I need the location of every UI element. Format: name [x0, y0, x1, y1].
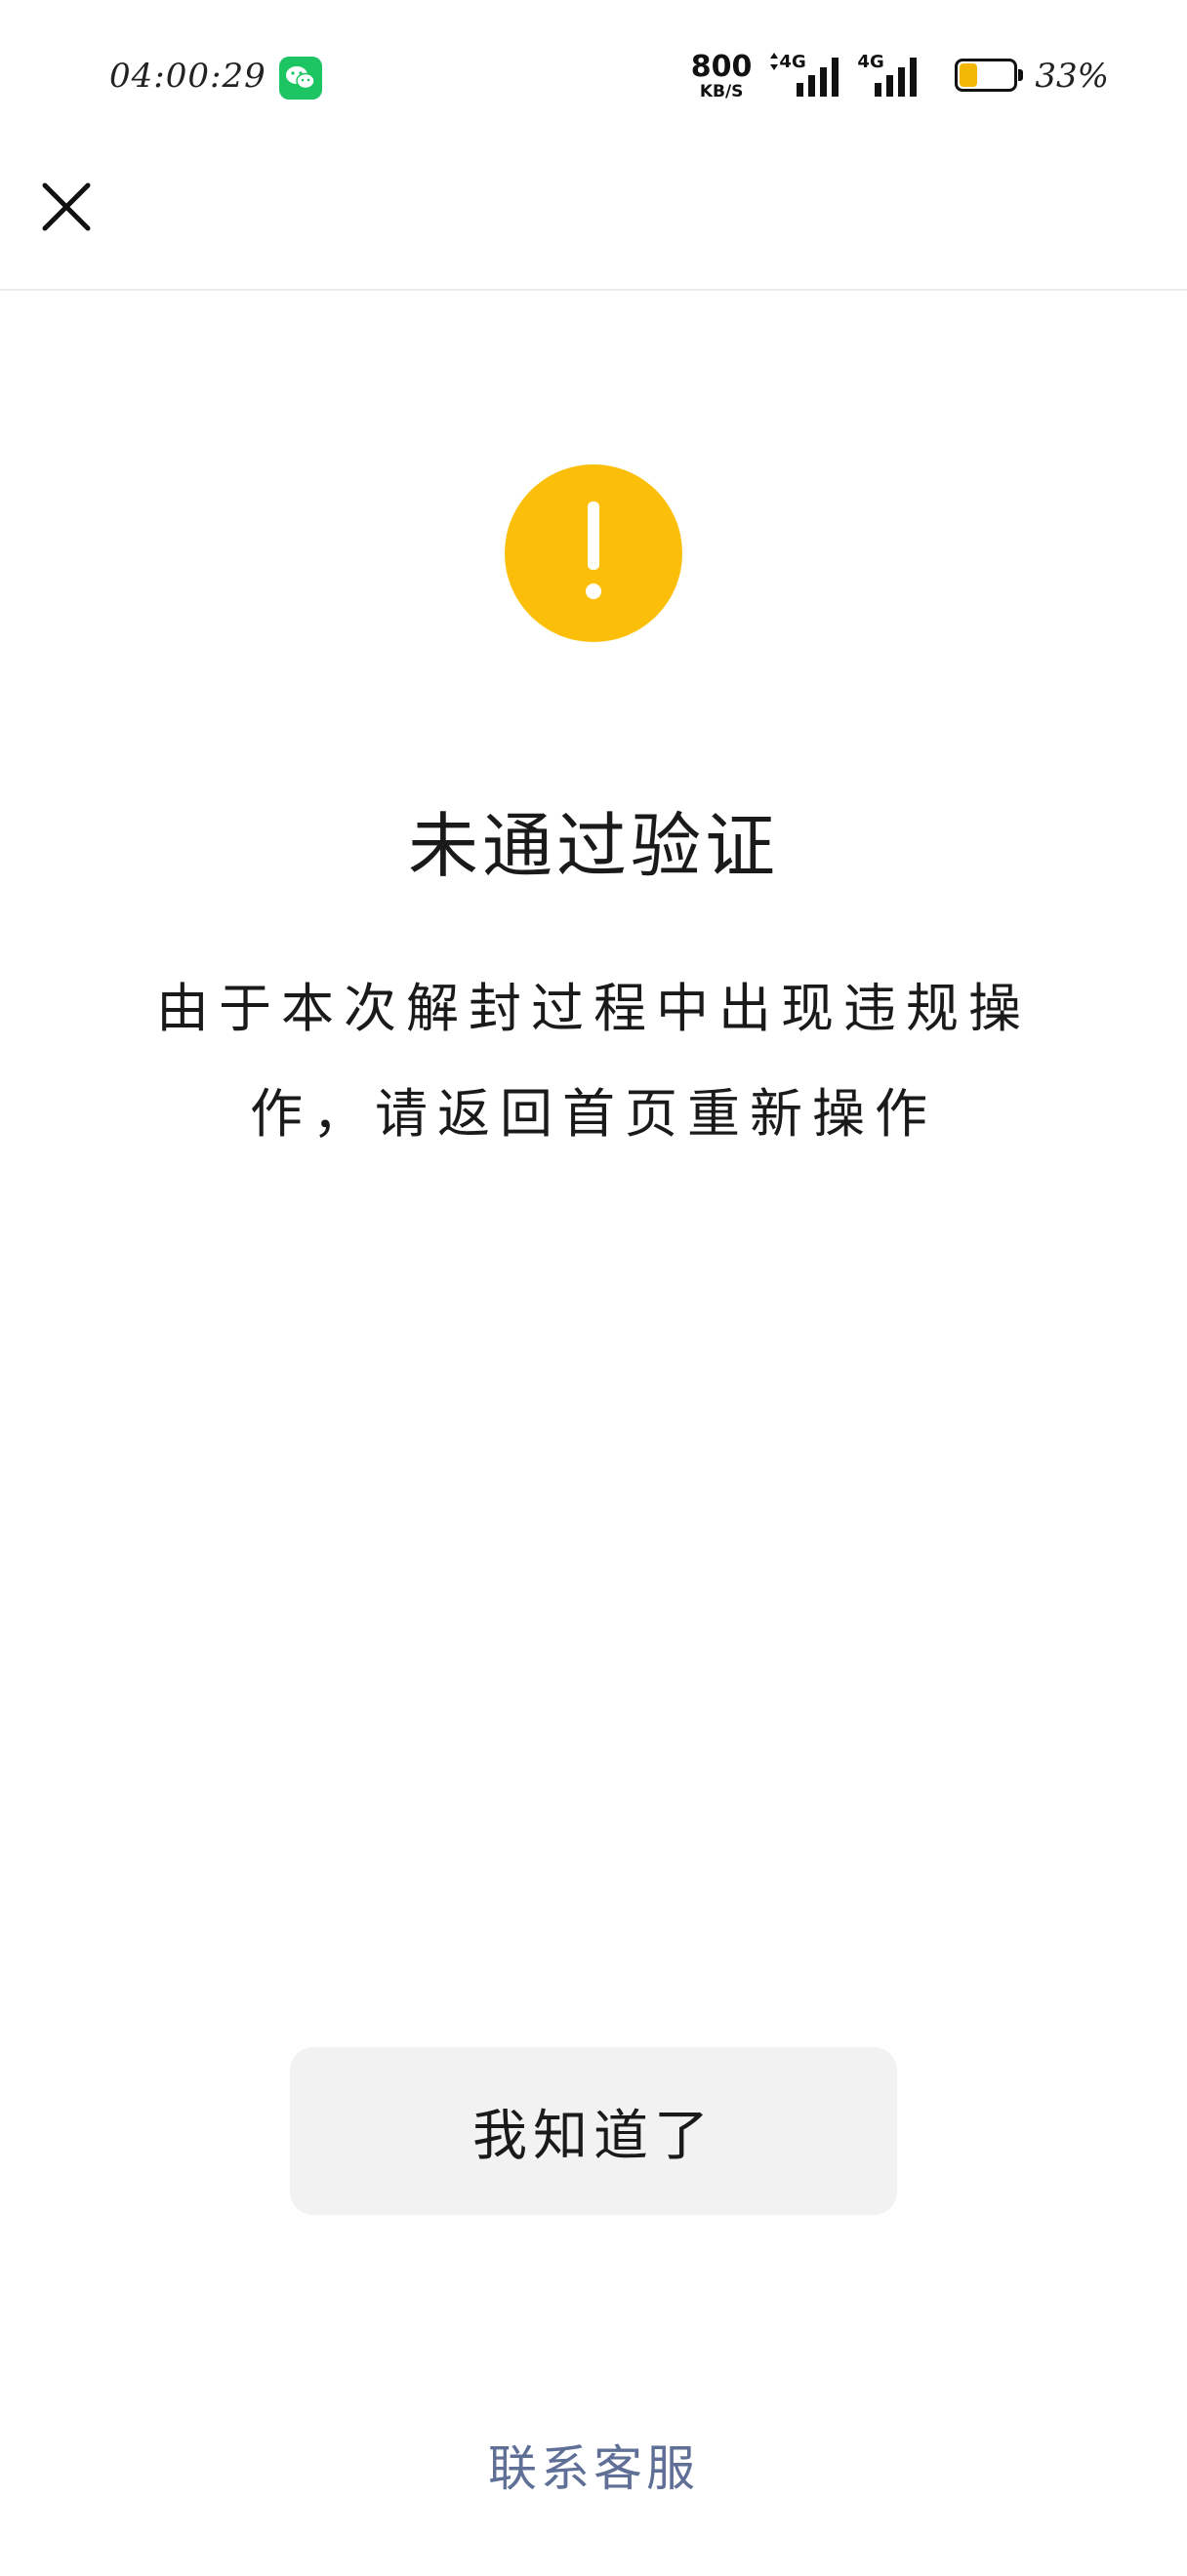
battery-percent: 33% [1035, 57, 1109, 96]
close-icon [42, 182, 91, 231]
signal-strength-icon-2: 4G [857, 52, 931, 101]
close-button[interactable] [35, 176, 98, 238]
status-indicators: 800 KB/S 4G 4G 33% [691, 51, 1109, 101]
data-arrows-icon [770, 53, 779, 70]
battery-icon [955, 59, 1025, 94]
status-time: 04:00:29 [109, 57, 266, 96]
status-bar: 04:00:29 800 KB/S 4G 4G 33% [0, 0, 1187, 156]
wechat-icon [279, 57, 322, 100]
network-speed-unit: KB/S [699, 81, 744, 101]
signal-type-label-2: 4G [857, 52, 884, 72]
contact-support-link[interactable]: 联系客服 [0, 2430, 1187, 2500]
signal-strength-icon: 4G [769, 52, 843, 101]
network-speed-value: 800 [690, 49, 753, 84]
acknowledge-button[interactable]: 我知道了 [290, 2047, 897, 2215]
battery-level-fill [960, 63, 978, 87]
top-bar [0, 156, 1187, 291]
signal-type-label: 4G [779, 52, 806, 72]
result-title: 未通过验证 [407, 805, 779, 887]
result-description: 由于本次解封过程中出现违规操作，请返回首页重新操作 [156, 978, 1031, 1145]
warning-icon [505, 464, 682, 642]
network-speed: 800 KB/S [690, 49, 753, 101]
